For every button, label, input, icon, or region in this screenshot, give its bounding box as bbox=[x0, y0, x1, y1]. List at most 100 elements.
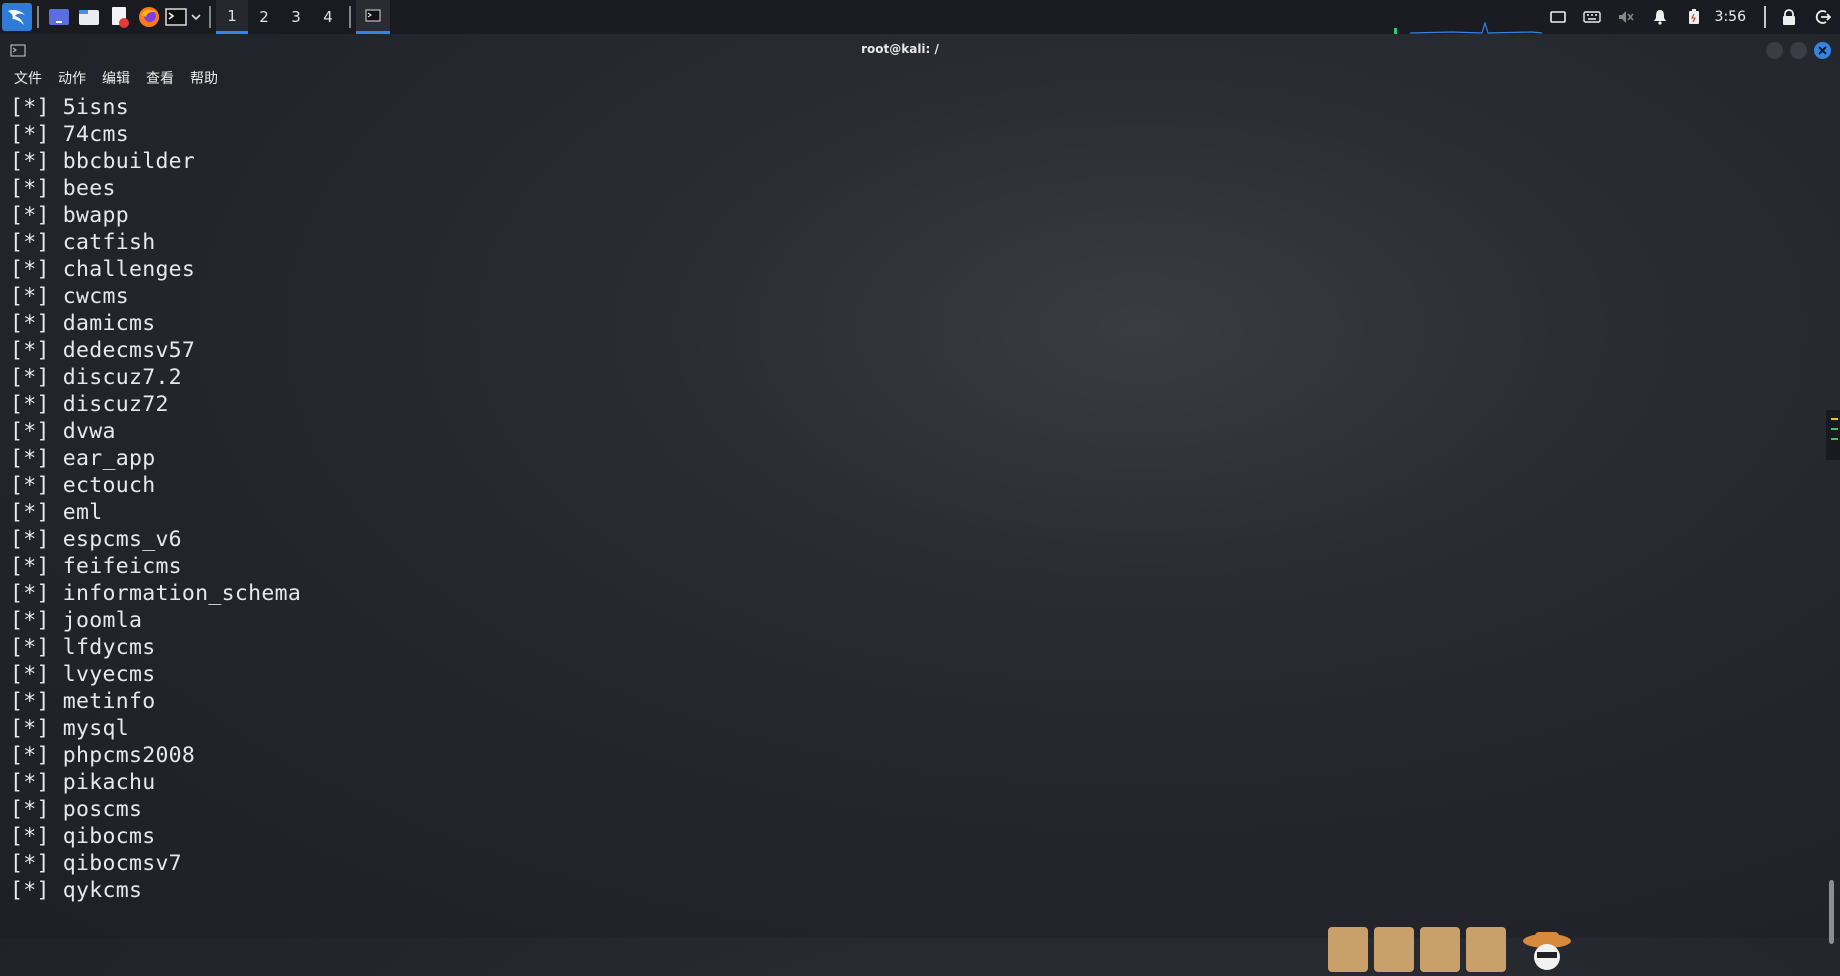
kali-menu-icon[interactable] bbox=[2, 3, 32, 31]
terminal-line: [*] 5isns bbox=[10, 94, 301, 121]
line-prefix: [*] bbox=[10, 662, 50, 687]
scroll-decoration bbox=[1420, 927, 1460, 972]
line-prefix: [*] bbox=[10, 824, 50, 849]
terminal-line: [*] ectouch bbox=[10, 472, 301, 499]
line-prefix: [*] bbox=[10, 230, 50, 255]
menu-file[interactable]: 文件 bbox=[6, 66, 50, 90]
database-name: ear_app bbox=[62, 446, 156, 471]
minimize-button[interactable] bbox=[1766, 42, 1783, 59]
line-prefix: [*] bbox=[10, 608, 50, 633]
display-icon[interactable] bbox=[1541, 0, 1575, 34]
line-prefix: [*] bbox=[10, 257, 50, 282]
close-button[interactable] bbox=[1814, 42, 1831, 59]
line-prefix: [*] bbox=[10, 392, 50, 417]
panel-separator bbox=[37, 6, 39, 28]
logout-icon[interactable] bbox=[1806, 0, 1840, 34]
terminal-line: [*] discuz7.2 bbox=[10, 364, 301, 391]
terminal-line: [*] cwcms bbox=[10, 283, 301, 310]
battery-icon[interactable] bbox=[1677, 0, 1711, 34]
bell-icon[interactable] bbox=[1643, 0, 1677, 34]
terminal-line: [*] poscms bbox=[10, 796, 301, 823]
menu-edit[interactable]: 编辑 bbox=[94, 66, 138, 90]
database-name: 5isns bbox=[62, 95, 129, 120]
terminal-output[interactable]: [*] 5isns [*] 74cms [*] bbcbuilder [*] bees [*] b… bbox=[10, 94, 301, 904]
database-name: qykcms bbox=[62, 878, 143, 903]
lock-icon[interactable] bbox=[1772, 0, 1806, 34]
terminal-line: [*] bees bbox=[10, 175, 301, 202]
network-graph bbox=[1394, 22, 1543, 34]
database-name: catfish bbox=[62, 230, 156, 255]
terminal-line: [*] challenges bbox=[10, 256, 301, 283]
terminal-line: [*] qibocms bbox=[10, 823, 301, 850]
taskbar-terminal-window[interactable] bbox=[356, 0, 390, 34]
workspace-3[interactable]: 3 bbox=[280, 0, 312, 34]
database-name: qibocms bbox=[62, 824, 156, 849]
scrollbar-thumb[interactable] bbox=[1829, 880, 1834, 944]
line-prefix: [*] bbox=[10, 581, 50, 606]
scroll-decoration bbox=[1374, 927, 1414, 972]
terminal-line: [*] qykcms bbox=[10, 877, 301, 904]
chevron-down-icon[interactable] bbox=[188, 0, 204, 34]
menu-help[interactable]: 帮助 bbox=[182, 66, 226, 90]
terminal-line: [*] 74cms bbox=[10, 121, 301, 148]
line-prefix: [*] bbox=[10, 770, 50, 795]
database-name: damicms bbox=[62, 311, 156, 336]
database-name: challenges bbox=[62, 257, 196, 282]
line-prefix: [*] bbox=[10, 203, 50, 228]
terminal-window: root@kali: / 文件 动作 编辑 查看 帮助 [*] 5isns [*] 7… bbox=[0, 34, 1840, 972]
line-prefix: [*] bbox=[10, 95, 50, 120]
terminal-line: [*] catfish bbox=[10, 229, 301, 256]
database-name: qibocmsv7 bbox=[62, 851, 182, 876]
database-name: cwcms bbox=[62, 284, 129, 309]
file-manager-icon[interactable] bbox=[74, 0, 104, 34]
database-name: dedecmsv57 bbox=[62, 338, 196, 363]
workspace-4[interactable]: 4 bbox=[312, 0, 344, 34]
terminal-line: [*] espcms_v6 bbox=[10, 526, 301, 553]
line-prefix: [*] bbox=[10, 743, 50, 768]
database-name: discuz72 bbox=[62, 392, 169, 417]
terminal-line: [*] pikachu bbox=[10, 769, 301, 796]
database-name: pikachu bbox=[62, 770, 156, 795]
line-prefix: [*] bbox=[10, 689, 50, 714]
menu-action[interactable]: 动作 bbox=[50, 66, 94, 90]
terminal-line: [*] joomla bbox=[10, 607, 301, 634]
database-name: mysql bbox=[62, 716, 129, 741]
maximize-button[interactable] bbox=[1790, 42, 1807, 59]
window-title: root@kali: / bbox=[861, 42, 939, 56]
terminal-line: [*] bwapp bbox=[10, 202, 301, 229]
desktop-icon[interactable] bbox=[44, 0, 74, 34]
line-prefix: [*] bbox=[10, 797, 50, 822]
line-prefix: [*] bbox=[10, 284, 50, 309]
text-editor-icon[interactable] bbox=[104, 0, 134, 34]
terminal-line: [*] metinfo bbox=[10, 688, 301, 715]
tray-separator bbox=[1764, 6, 1766, 28]
panel-separator bbox=[349, 6, 351, 28]
terminal-line: [*] dedecmsv57 bbox=[10, 337, 301, 364]
line-prefix: [*] bbox=[10, 149, 50, 174]
firefox-icon[interactable] bbox=[134, 0, 164, 34]
terminal-icon[interactable] bbox=[164, 0, 188, 34]
line-prefix: [*] bbox=[10, 527, 50, 552]
terminal-line: [*] dvwa bbox=[10, 418, 301, 445]
line-prefix: [*] bbox=[10, 851, 50, 876]
database-name: eml bbox=[62, 500, 103, 525]
keyboard-icon[interactable] bbox=[1575, 0, 1609, 34]
scroll-marker-panel bbox=[1826, 410, 1840, 460]
workspace-1[interactable]: 1 bbox=[216, 0, 248, 34]
top-panel: 1 2 3 4 3:56 bbox=[0, 0, 1840, 34]
clock[interactable]: 3:56 bbox=[1711, 9, 1758, 25]
line-prefix: [*] bbox=[10, 176, 50, 201]
window-titlebar[interactable]: root@kali: / bbox=[0, 34, 1840, 66]
line-prefix: [*] bbox=[10, 311, 50, 336]
database-name: poscms bbox=[62, 797, 143, 822]
database-name: dvwa bbox=[62, 419, 116, 444]
menu-view[interactable]: 查看 bbox=[138, 66, 182, 90]
volume-muted-icon[interactable] bbox=[1609, 0, 1643, 34]
terminal-line: [*] eml bbox=[10, 499, 301, 526]
database-name: 74cms bbox=[62, 122, 129, 147]
database-name: lfdycms bbox=[62, 635, 156, 660]
scroll-decoration bbox=[1466, 927, 1506, 972]
terminal-line: [*] bbcbuilder bbox=[10, 148, 301, 175]
line-prefix: [*] bbox=[10, 473, 50, 498]
workspace-2[interactable]: 2 bbox=[248, 0, 280, 34]
